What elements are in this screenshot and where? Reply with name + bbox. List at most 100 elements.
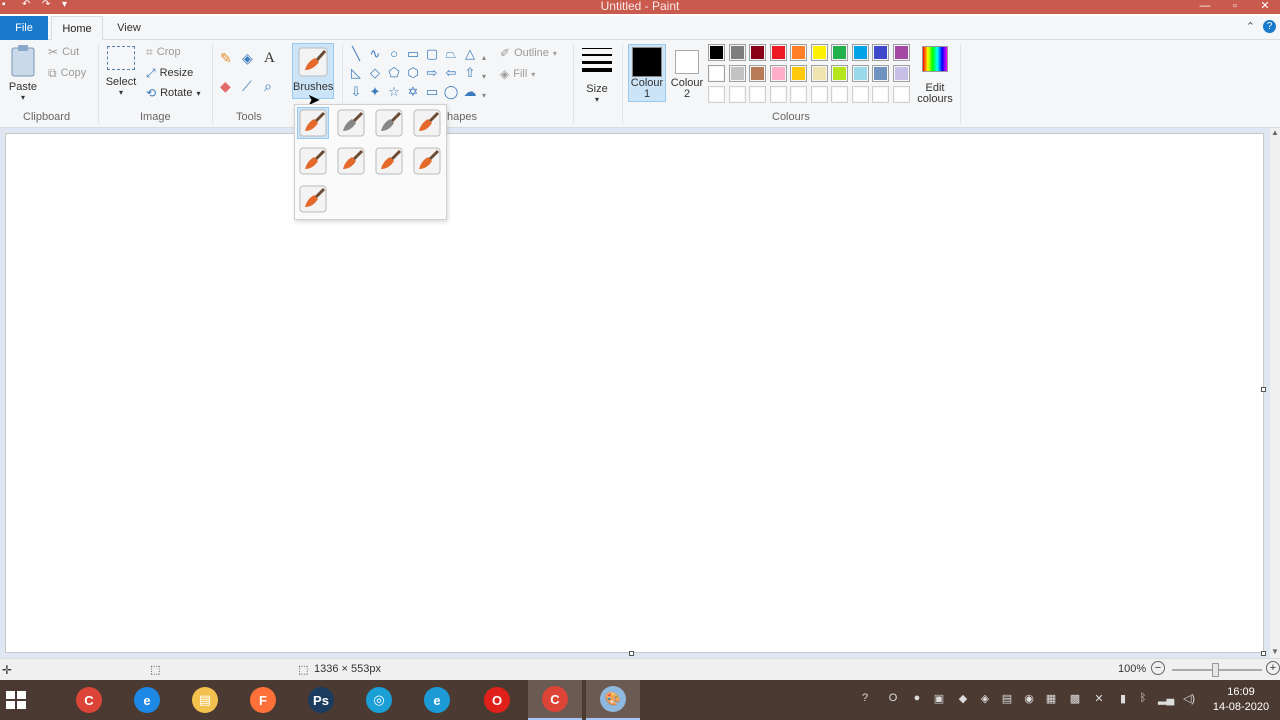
crop-button[interactable]: ⌗ Crop: [146, 46, 181, 58]
palette-swatch[interactable]: [831, 86, 848, 103]
diamond-shape-icon[interactable]: ◇: [367, 65, 383, 81]
help-icon[interactable]: ?: [1263, 20, 1276, 33]
collapse-ribbon-icon[interactable]: ⌃: [1246, 20, 1255, 33]
copy-button[interactable]: ⧉ Copy: [48, 67, 86, 79]
palette-swatch[interactable]: [851, 86, 869, 103]
resize-button[interactable]: ⤢ Resize: [146, 67, 193, 79]
five-point-star-shape-icon[interactable]: ☆: [386, 84, 402, 100]
firefox-taskbar-icon[interactable]: F: [236, 680, 290, 720]
palette-swatch[interactable]: [728, 65, 746, 82]
palette-swatch[interactable]: [749, 65, 766, 82]
right-triangle-shape-icon[interactable]: ◺: [348, 65, 364, 81]
palette-swatch[interactable]: [851, 44, 869, 61]
help-tray-icon[interactable]: ?: [858, 692, 872, 708]
taskbar-clock[interactable]: 16:09 14-08-2020: [1206, 685, 1276, 715]
palette-swatch[interactable]: [790, 44, 807, 61]
brush-option[interactable]: [373, 107, 405, 139]
windows-start-icon[interactable]: [6, 691, 26, 709]
vertical-scrollbar[interactable]: ▲ ▼: [1270, 128, 1280, 658]
palette-swatch[interactable]: [790, 65, 807, 82]
zoom-in-icon[interactable]: +: [1266, 661, 1280, 675]
palette-swatch[interactable]: [708, 65, 725, 82]
minimize-icon[interactable]: —: [1190, 0, 1220, 12]
rotate-button[interactable]: ⟲ Rotate ▾: [146, 87, 201, 99]
polygon-shape-icon[interactable]: ⏢: [443, 46, 459, 62]
colour-2-button[interactable]: Colour 2: [668, 44, 706, 100]
palette-swatch[interactable]: [851, 65, 869, 82]
shapes-scroll[interactable]: ▴ ▾ ▾: [482, 48, 486, 105]
recording-tray-icon[interactable]: ●: [910, 692, 924, 708]
palette-swatch[interactable]: [749, 86, 766, 103]
text-button[interactable]: A: [264, 51, 275, 66]
battery-icon[interactable]: ▮: [1116, 692, 1130, 708]
line-shape-icon[interactable]: ╲: [348, 46, 364, 62]
cut-button[interactable]: ✂ Cut: [48, 46, 79, 58]
palette-swatch[interactable]: [749, 44, 766, 61]
display-tray-icon[interactable]: ▣: [932, 692, 946, 708]
brush-option[interactable]: [297, 183, 329, 215]
chrome-tray-icon[interactable]: ◉: [1022, 692, 1036, 708]
up-arrow-shape-icon[interactable]: ⇧: [462, 65, 478, 81]
palette-swatch[interactable]: [892, 65, 910, 82]
hexagon-shape-icon[interactable]: ⬡: [405, 65, 421, 81]
wifi-signal-icon[interactable]: ▂▄: [1158, 692, 1174, 708]
brush-option[interactable]: [335, 145, 367, 177]
file-explorer-taskbar-icon[interactable]: ▤: [178, 680, 232, 720]
down-arrow-shape-icon[interactable]: ⇩: [348, 84, 364, 100]
search-app-taskbar-icon[interactable]: ◎: [352, 680, 406, 720]
rectangle-shape-icon[interactable]: ▭: [405, 46, 421, 62]
palette-swatch[interactable]: [872, 65, 889, 82]
edit-colours-button[interactable]: Edit colours: [914, 44, 956, 105]
palette-swatch[interactable]: [892, 44, 910, 61]
palette-swatch[interactable]: [892, 86, 910, 103]
fill-shape-button[interactable]: ◈ Fill ▾: [500, 68, 535, 80]
brush-option[interactable]: [297, 107, 329, 139]
chrome-taskbar-icon[interactable]: C: [62, 680, 116, 720]
palette-swatch[interactable]: [769, 86, 787, 103]
callout-rectangle-shape-icon[interactable]: ▭: [424, 84, 440, 100]
palette-swatch[interactable]: [831, 65, 848, 82]
brush-option[interactable]: [297, 145, 329, 177]
photoshop-taskbar-icon[interactable]: Ps: [294, 680, 348, 720]
edge-taskbar-icon[interactable]: e: [410, 680, 464, 720]
callout-cloud-shape-icon[interactable]: ☁: [462, 84, 478, 100]
palette-swatch[interactable]: [708, 44, 725, 61]
eraser-button[interactable]: ◆: [220, 79, 231, 93]
magnifier-button[interactable]: ⌕: [264, 79, 272, 93]
opera-tray-icon[interactable]: O: [886, 692, 900, 708]
palette-swatch[interactable]: [728, 86, 746, 103]
tab-view[interactable]: View: [106, 16, 152, 40]
select-button[interactable]: Select ▾: [104, 46, 138, 97]
canvas-resize-handle-right[interactable]: [1261, 387, 1266, 392]
brush-option[interactable]: [411, 145, 443, 177]
zoom-slider-thumb[interactable]: [1212, 663, 1219, 677]
right-arrow-shape-icon[interactable]: ⇨: [424, 65, 440, 81]
app-tray-icon[interactable]: ◆: [956, 692, 970, 708]
six-point-star-shape-icon[interactable]: ✡: [405, 84, 421, 100]
triangle-shape-icon[interactable]: △: [462, 46, 478, 62]
palette-swatch[interactable]: [872, 86, 889, 103]
palette-swatch[interactable]: [810, 86, 828, 103]
chrome-2-taskbar-icon[interactable]: C: [528, 680, 582, 720]
nvidia-tray-icon[interactable]: ▩: [1068, 692, 1082, 708]
palette-swatch[interactable]: [810, 44, 828, 61]
callout-oval-shape-icon[interactable]: ◯: [443, 84, 459, 100]
palette-swatch[interactable]: [769, 44, 787, 61]
fill-button[interactable]: ◈: [242, 51, 253, 65]
close-icon[interactable]: ✕: [1250, 0, 1280, 12]
bluetooth-icon[interactable]: ᛒ: [1136, 692, 1150, 708]
internet-explorer-taskbar-icon[interactable]: e: [120, 680, 174, 720]
color-picker-button[interactable]: ⟋: [242, 79, 252, 93]
tab-file[interactable]: File: [0, 16, 48, 40]
palette-swatch[interactable]: [728, 44, 746, 61]
canvas-resize-handle-bottom[interactable]: [629, 651, 634, 656]
brush-option[interactable]: [335, 107, 367, 139]
brush-option[interactable]: [373, 145, 405, 177]
four-point-star-shape-icon[interactable]: ✦: [367, 84, 383, 100]
palette-swatch[interactable]: [790, 86, 807, 103]
colour-1-button[interactable]: Colour 1: [628, 44, 666, 102]
left-arrow-shape-icon[interactable]: ⇦: [443, 65, 459, 81]
palette-swatch[interactable]: [708, 86, 725, 103]
palette-swatch[interactable]: [810, 65, 828, 82]
palette-swatch[interactable]: [831, 44, 848, 61]
